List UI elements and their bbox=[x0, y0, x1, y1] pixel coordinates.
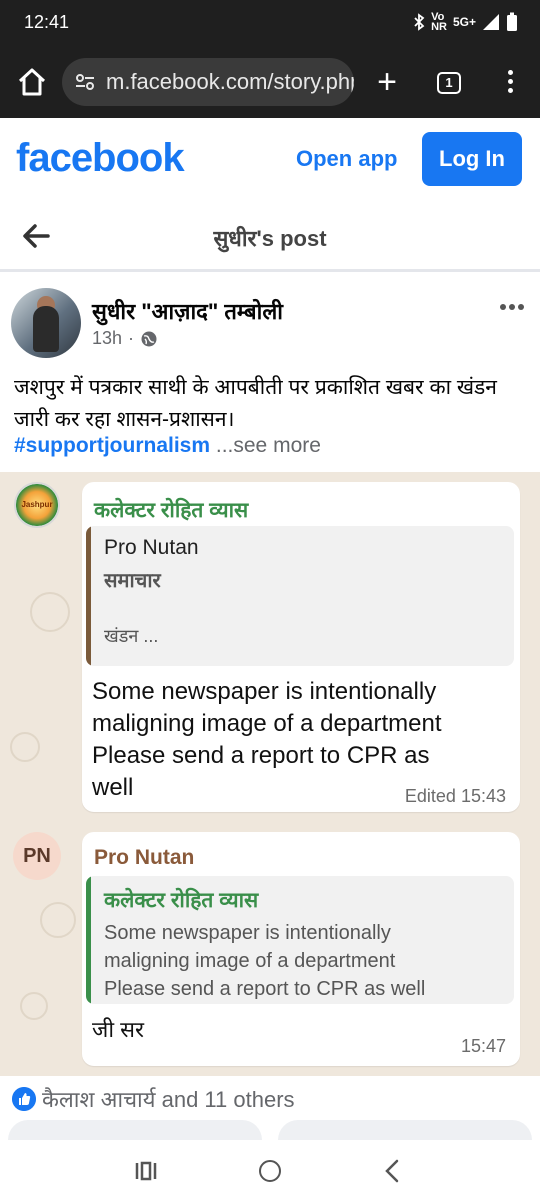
quoted-message: कलेक्टर रोहित व्यास Some newspaper is in… bbox=[86, 876, 514, 1004]
bluetooth-icon bbox=[414, 13, 425, 31]
message-body: जी सर bbox=[92, 1017, 145, 1042]
url-bar[interactable]: m.facebook.com/story.php? bbox=[62, 58, 354, 106]
quoted-sender: कलेक्टर रोहित व्यास bbox=[104, 889, 259, 912]
quoted-sender: Pro Nutan bbox=[104, 536, 199, 559]
battery-icon bbox=[507, 12, 517, 31]
globe-icon bbox=[141, 331, 157, 346]
quoted-line: Please send a report to CPR as well bbox=[104, 978, 426, 1000]
message-sender: Pro Nutan bbox=[94, 846, 195, 869]
home-icon[interactable] bbox=[14, 64, 50, 100]
author-name[interactable]: सुधीर "आज़ाद" तम्बोली bbox=[92, 296, 283, 326]
quoted-line: Some newspaper is intentionally bbox=[104, 922, 391, 944]
facebook-logo[interactable]: facebook bbox=[16, 136, 185, 181]
status-icons: Vo NR 5G+ bbox=[413, 11, 518, 33]
open-app-link[interactable]: Open app bbox=[296, 146, 397, 172]
url-text: m.facebook.com/story.php? bbox=[106, 69, 354, 94]
login-button[interactable]: Log In bbox=[422, 132, 522, 186]
message-body: Some newspaper is intentionally malignin… bbox=[92, 678, 442, 801]
reaction-summary[interactable]: कैलाश आचार्य and 11 others bbox=[12, 1084, 295, 1114]
quoted-line: समाचार bbox=[104, 570, 161, 592]
quoted-line: खंडन ... bbox=[104, 626, 159, 646]
quoted-line: maligning image of a department bbox=[104, 950, 396, 972]
nav-back-icon[interactable] bbox=[382, 1158, 402, 1184]
new-tab-button[interactable]: + bbox=[372, 64, 402, 100]
chat-message-2: Pro Nutan कलेक्टर रोहित व्यास Some newsp… bbox=[82, 832, 520, 1066]
chat-message-1: कलेक्टर रोहित व्यास Pro Nutan समाचार खंड… bbox=[82, 482, 520, 812]
post-text: जशपुर में पत्रकार साथी के आपबीती पर प्रक… bbox=[14, 376, 497, 431]
browser-toolbar: m.facebook.com/story.php? + 1 bbox=[0, 46, 540, 118]
see-more-link[interactable]: ...see more bbox=[216, 434, 321, 457]
quoted-message: Pro Nutan समाचार खंडन ... bbox=[86, 526, 514, 666]
message-time: Edited 15:43 bbox=[404, 786, 506, 806]
reaction-text: कैलाश आचार्य and 11 others bbox=[42, 1087, 295, 1112]
status-time: 12:41 bbox=[24, 12, 70, 32]
hashtag-link[interactable]: #supportjournalism bbox=[14, 434, 210, 457]
sender-avatar: PN bbox=[13, 832, 61, 880]
recents-icon[interactable] bbox=[134, 1160, 158, 1182]
page-title: सुधीर's post bbox=[213, 226, 327, 251]
post-meta: 13h · bbox=[92, 328, 158, 349]
jashpur-logo: Jashpur bbox=[14, 482, 60, 528]
status-bar: 12:41 Vo NR 5G+ bbox=[0, 0, 540, 46]
post-image[interactable]: Jashpur कलेक्टर रोहित व्यास Pro Nutan सम… bbox=[0, 472, 540, 1076]
network-type: Vo NR bbox=[431, 11, 447, 33]
post-time[interactable]: 13h bbox=[92, 328, 122, 349]
facebook-header: facebook Open app Log In bbox=[0, 118, 540, 202]
tune-icon[interactable] bbox=[74, 71, 96, 93]
post-page-header: सुधीर's post bbox=[0, 202, 540, 272]
nav-home-icon[interactable] bbox=[259, 1160, 281, 1182]
post: सुधीर "आज़ाद" तम्बोली 13h · जशपुर में पत… bbox=[0, 274, 540, 1200]
signal-label: 5G+ bbox=[452, 15, 476, 29]
message-time: 15:47 bbox=[460, 1036, 506, 1056]
like-icon bbox=[12, 1087, 36, 1111]
author-avatar[interactable] bbox=[11, 288, 81, 358]
more-vert-icon[interactable] bbox=[500, 66, 520, 100]
plus-icon: + bbox=[377, 63, 397, 101]
tabs-icon[interactable]: 1 bbox=[437, 72, 461, 94]
system-nav-bar bbox=[0, 1140, 540, 1200]
signal-icon bbox=[483, 14, 499, 30]
message-sender: कलेक्टर रोहित व्यास bbox=[94, 499, 249, 522]
post-tagline: #supportjournalism ...see more bbox=[14, 434, 321, 458]
more-horiz-icon[interactable] bbox=[500, 304, 528, 314]
